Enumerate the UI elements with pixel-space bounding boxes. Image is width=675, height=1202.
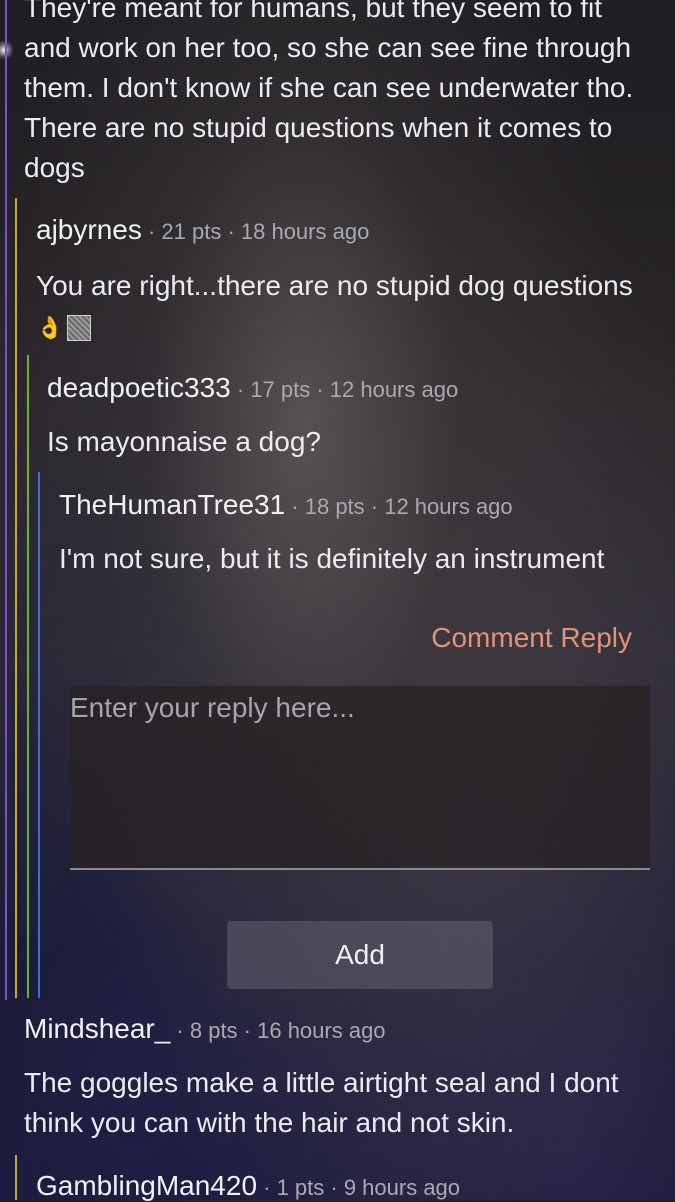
thread-line-depth1-bottom <box>15 1155 17 1200</box>
ok-hand-icon: 👌 <box>36 314 64 340</box>
comment-body: They're meant for humans, but they seem … <box>24 0 634 183</box>
sparkle-highlight <box>0 40 14 60</box>
comment-meta: · 8 pts · 16 hours ago <box>170 1018 386 1043</box>
thread-line-depth1 <box>15 198 17 998</box>
add-button[interactable]: Add <box>227 921 493 989</box>
comment-author[interactable]: Mindshear_ <box>24 1013 170 1044</box>
reply-placeholder: Enter your reply here... <box>70 692 355 723</box>
comment-meta: · 1 pts · 9 hours ago <box>257 1175 461 1200</box>
comment-meta: · 21 pts · 18 hours ago <box>141 219 370 244</box>
comment-author[interactable]: GamblingMan420 <box>36 1170 257 1201</box>
thread-line-outer <box>5 0 7 1000</box>
comment-body: Is mayonnaise a dog? <box>47 426 321 457</box>
thread-line-depth3 <box>38 472 40 998</box>
comment-body: You are right...there are no stupid dog … <box>36 270 633 301</box>
comment-meta: · 17 pts · 12 hours ago <box>230 377 459 402</box>
comment-body: The goggles make a little airtight seal … <box>24 1067 619 1138</box>
comment-reply-heading: Comment Reply <box>431 622 632 653</box>
comment-author[interactable]: deadpoetic333 <box>47 372 231 403</box>
comment-meta: · 18 pts · 12 hours ago <box>285 494 513 519</box>
thread-line-depth2 <box>27 355 29 998</box>
reply-input[interactable]: Enter your reply here... <box>70 686 650 870</box>
comment-body: I'm not sure, but it is definitely an in… <box>59 543 605 574</box>
missing-glyph-icon <box>67 314 92 341</box>
comment-author[interactable]: ajbyrnes <box>36 214 142 245</box>
comment-author[interactable]: TheHumanTree31 <box>59 489 285 520</box>
